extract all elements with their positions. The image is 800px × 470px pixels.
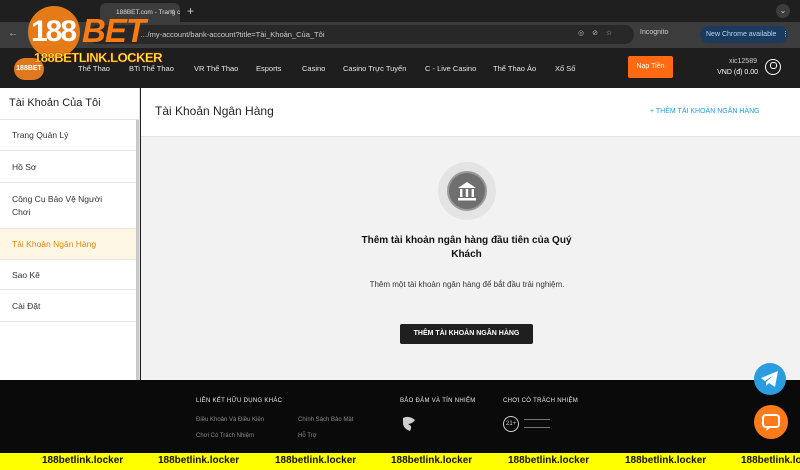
telegram-icon <box>761 371 778 387</box>
live-chat-button[interactable] <box>754 405 788 439</box>
ticker-text: 188betlink.locker <box>625 455 707 466</box>
account-sidebar: Tài Khoản Của Tôi Trang Quản Lý Hồ Sơ Cô… <box>0 88 140 380</box>
address-bar-icons[interactable]: ◎⊘☆ <box>578 29 620 37</box>
footer-link-privacy[interactable]: Chính Sách Bảo Mật <box>298 417 353 423</box>
trust-shield-icon <box>403 416 415 431</box>
footer-link-support[interactable]: Hỗ Trợ <box>298 433 317 439</box>
update-menu-icon[interactable]: ⋮ <box>782 26 789 43</box>
footer-responsible-heading: CHƠI CÓ TRÁCH NHIỆM <box>503 398 579 404</box>
sidebar-scrollbar[interactable] <box>136 120 139 380</box>
new-tab-icon[interactable]: + <box>187 4 194 18</box>
watermark-logo-bet: BET <box>82 12 146 49</box>
sidebar-item-label: Công Cụ Bảo Vệ Người Chơi <box>12 193 103 217</box>
watermark-ticker: 188betlink.locker 188betlink.locker 188b… <box>0 453 800 470</box>
telegram-button[interactable] <box>754 363 786 395</box>
empty-state-title: Thêm tài khoản ngân hàng đầu tiên của Qu… <box>361 235 572 260</box>
gambling-responsibly-logo <box>524 419 550 428</box>
empty-state-description: Thêm một tài khoản ngân hàng để bắt đầu … <box>369 280 565 289</box>
site-footer: LIÊN KẾT HỮU DỤNG KHÁC Điều Khoản Và Điề… <box>0 380 800 453</box>
nav-esports[interactable]: Esports <box>256 64 281 73</box>
sidebar-item-label: Tài Khoản Ngân Hàng <box>12 239 97 249</box>
deposit-button[interactable]: Nạp Tiền <box>628 56 673 78</box>
sidebar-item-label: Hồ Sơ <box>12 161 37 172</box>
sidebar-item-dashboard[interactable]: Trang Quản Lý <box>0 120 139 151</box>
sidebar-item-player-protection[interactable]: Công Cụ Bảo Vệ Người Chơi <box>0 183 139 229</box>
chat-bubble-icon <box>762 414 780 431</box>
watermark-logo: 188 BET 188BETLINK.LOCKER <box>28 6 163 66</box>
incognito-badge[interactable]: Incognito <box>640 29 668 36</box>
balance: VND (đ) 0.00 <box>717 69 758 76</box>
bank-icon <box>447 171 487 211</box>
add-bank-account-link[interactable]: + THÊM TÀI KHOẢN NGÂN HÀNG <box>650 108 760 115</box>
add-bank-account-button[interactable]: THÊM TÀI KHOẢN NGÂN HÀNG <box>400 324 533 344</box>
age-badge-label: 21+ <box>506 421 517 427</box>
sidebar-item-settings[interactable]: Cài Đặt <box>0 290 139 322</box>
sidebar-item-profile[interactable]: Hồ Sơ <box>0 151 139 183</box>
sidebar-title: Tài Khoản Của Tôi <box>0 88 139 120</box>
nav-live-casino[interactable]: Casino Trực Tuyến <box>343 64 406 73</box>
back-icon[interactable]: ← <box>8 28 18 39</box>
footer-links-heading: LIÊN KẾT HỮU DỤNG KHÁC <box>196 398 283 404</box>
age-badge-icon: 21+ <box>503 416 519 432</box>
ticker-text: 188betlink.locker <box>158 455 240 466</box>
ticker-text: 188betlink.locker <box>42 455 124 466</box>
nav-lottery[interactable]: Xổ Số <box>555 64 575 73</box>
ticker-text: 188betlink.locker <box>391 455 473 466</box>
bank-illustration <box>438 162 496 220</box>
nav-virtual-sports[interactable]: Thể Thao Ảo <box>493 64 536 73</box>
ticker-text: 188betlink.locker <box>508 455 590 466</box>
tab-close-icon[interactable]: × <box>170 7 175 16</box>
window-menu-icon[interactable]: ⌄ <box>776 4 790 18</box>
page-title: Tài Khoản Ngân Hàng <box>155 104 274 118</box>
ticker-text: 188betlink.locker <box>741 455 800 466</box>
sidebar-item-label: Trang Quản Lý <box>12 130 69 140</box>
main-header: Tài Khoản Ngân Hàng + THÊM TÀI KHOẢN NGÂ… <box>141 88 800 137</box>
ticker-text: 188betlink.locker <box>275 455 357 466</box>
sidebar-item-statement[interactable]: Sao Kê <box>0 260 139 290</box>
avatar-icon[interactable] <box>765 59 781 75</box>
update-chrome-button[interactable]: New Chrome available ⋮ <box>700 26 789 43</box>
sidebar-item-bank-account[interactable]: Tài Khoản Ngân Hàng <box>0 229 139 260</box>
nav-casino[interactable]: Casino <box>302 64 325 73</box>
sidebar-item-label: Sao Kê <box>12 269 40 280</box>
username: xic12589 <box>728 58 757 65</box>
nav-vr-sports[interactable]: VR Thể Thao <box>194 64 238 73</box>
watermark-logo-sub: 188BETLINK.LOCKER <box>34 50 163 65</box>
address-bar[interactable]: …/my-account/bank-account?title=Tài_Khoả… <box>88 25 634 44</box>
footer-link-terms[interactable]: Điều Khoản Và Điều Kiện <box>196 417 264 423</box>
main-content: Tài Khoản Ngân Hàng + THÊM TÀI KHOẢN NGÂ… <box>141 88 800 380</box>
sidebar-item-label: Cài Đặt <box>12 300 41 311</box>
nav-c-live-casino[interactable]: C - Live Casino <box>425 64 476 73</box>
footer-trust-heading: BẢO ĐẢM VÀ TÍN NHIỆM <box>400 398 476 404</box>
update-label: New Chrome available <box>706 31 777 38</box>
footer-link-responsible[interactable]: Chơi Có Trách Nhiệm <box>196 433 254 439</box>
